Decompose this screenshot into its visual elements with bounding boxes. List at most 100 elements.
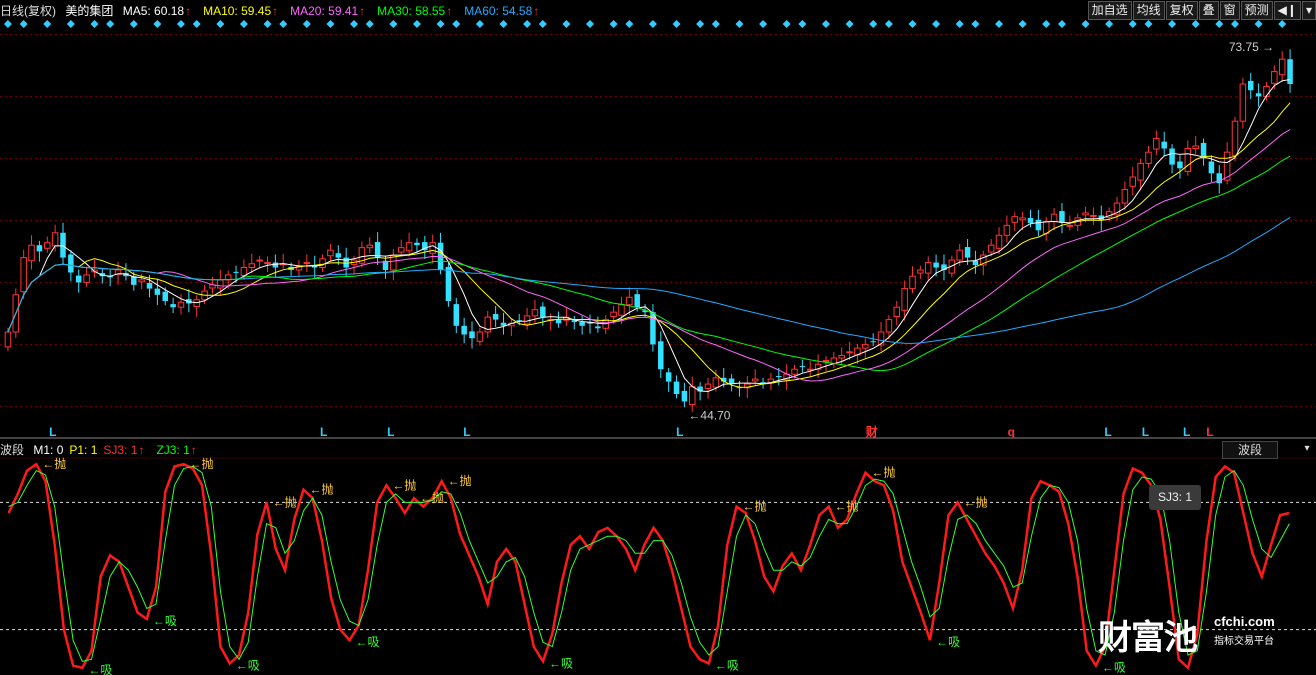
candle-body — [492, 314, 499, 320]
candle-body — [1019, 217, 1026, 221]
signal-diamond — [1231, 20, 1240, 28]
candle-body — [1003, 224, 1011, 236]
signal-diamond — [452, 20, 461, 28]
candle-body — [1208, 161, 1215, 174]
signal-diamond — [562, 20, 571, 28]
fuquan-button[interactable]: 复权 — [1165, 1, 1198, 20]
candle-body — [36, 245, 43, 252]
overlay-button[interactable]: 叠 — [1198, 1, 1219, 20]
signal-diamond — [1057, 20, 1066, 28]
window-button[interactable]: 窗 — [1219, 1, 1240, 20]
band-signal-label: ←抛 — [872, 465, 896, 480]
candle-body — [806, 368, 814, 371]
candle-body — [1239, 83, 1247, 122]
candle-body — [83, 274, 90, 283]
candle-body — [405, 242, 413, 252]
signal-diamond — [1278, 20, 1287, 28]
candle-body — [170, 304, 176, 308]
ma-legend-item: MA5: 60.18↑ — [122, 4, 192, 18]
ma-legend-item: MA60: 54.58↑ — [464, 4, 540, 18]
ma-lines-button[interactable]: 均线 — [1132, 1, 1165, 20]
band-signal-label: ←抛 — [964, 494, 988, 509]
signal-diamond — [350, 20, 359, 28]
kline-chart[interactable]: 73.75 → ←44.70 L L L L L 财 q L L L L ←抛 ←吸 ←抛 ←吸 ←抛 ←抛 ←吸 ←抛… — [0, 0, 1316, 675]
logo-slogan: 指标交易平台 — [1214, 636, 1274, 647]
signal-diamond — [538, 20, 547, 28]
candle-body — [838, 355, 845, 359]
annotation-label: L — [1183, 425, 1190, 439]
sub-chart-header: 波段 M1: 0 P1: 1 SJ3: 1↑ ZJ3: 1↑ — [0, 441, 215, 459]
signal-diamond — [475, 20, 484, 28]
candle-body — [673, 381, 680, 394]
indicator-dropdown-icon[interactable]: ▾ — [1300, 441, 1314, 457]
candle-body — [303, 262, 311, 265]
candle-body — [366, 244, 374, 249]
band-signal-label: ←吸 — [1102, 661, 1126, 675]
step-back-icon[interactable]: ◀❙ — [1273, 1, 1301, 20]
indicator-selector[interactable]: 波段 — [1222, 441, 1278, 459]
logo-domain: cfchi.com — [1214, 614, 1275, 629]
signal-diamond — [66, 20, 75, 28]
predict-button[interactable]: 预测 — [1240, 1, 1273, 20]
candle-body — [956, 249, 963, 261]
candle-body — [987, 244, 995, 253]
band-signal-label: ←吸 — [153, 614, 177, 628]
band-signal-label: ←抛 — [309, 482, 333, 497]
candle-body — [893, 306, 901, 318]
ma20-line — [7, 129, 1291, 382]
band-signal-label: ←吸 — [356, 635, 380, 649]
candle-body — [68, 254, 74, 273]
candle-body — [1231, 120, 1239, 156]
indicator-legend-item: M1: 0 — [33, 443, 64, 457]
ma-legend-item: MA20: 59.41↑ — [290, 4, 366, 18]
candle-body — [429, 242, 436, 254]
band-signal-label: ←吸 — [715, 659, 739, 673]
candle-body — [822, 360, 830, 363]
signal-diamond — [1042, 20, 1051, 28]
candle-body — [4, 331, 12, 348]
candle-body — [1129, 176, 1137, 187]
candle-body — [1066, 224, 1074, 227]
annotation-label: L — [320, 425, 327, 439]
signal-diamond — [971, 20, 980, 28]
signal-diamond — [782, 20, 791, 28]
signal-diamond — [759, 20, 768, 28]
candle-body — [335, 253, 342, 258]
chevron-down-icon[interactable]: ▾ — [1301, 1, 1316, 20]
candle-body — [469, 331, 475, 339]
signal-diamond — [821, 20, 830, 28]
ma30-line — [7, 155, 1291, 372]
signal-diamond — [412, 20, 421, 28]
signal-diamond — [609, 20, 618, 28]
signal-diamond — [1018, 20, 1027, 28]
band-signal-label: ←抛 — [420, 490, 444, 505]
band-signal-label: ←抛 — [392, 477, 416, 492]
candle-body — [1059, 211, 1065, 223]
signal-diamond — [326, 20, 335, 28]
band-signal-label: ←抛 — [273, 494, 297, 509]
signal-diamond — [216, 20, 225, 28]
candle-body — [397, 247, 405, 253]
candle-body — [60, 232, 66, 258]
candle-body — [28, 244, 35, 262]
candle-body — [248, 263, 256, 269]
candle-body — [776, 376, 782, 378]
up-arrow-icon: ↑ — [446, 4, 453, 18]
signal-diamond — [239, 20, 248, 28]
candle-body — [217, 279, 224, 289]
candle-body — [233, 271, 239, 273]
signal-diamond — [908, 20, 917, 28]
annotation-label: L — [49, 425, 56, 439]
candle-body — [909, 275, 916, 290]
candle-body — [1247, 80, 1254, 91]
signal-diamond — [499, 20, 508, 28]
candle-body — [1255, 93, 1262, 97]
add-watchlist-button[interactable]: 加自选 — [1087, 1, 1132, 20]
signal-diamond — [263, 20, 272, 28]
candle-body — [523, 315, 531, 325]
candle-body — [862, 343, 869, 349]
signal-diamond — [90, 20, 99, 28]
candle-body — [681, 390, 688, 402]
candle-body — [75, 275, 82, 283]
candle-body — [1153, 138, 1160, 150]
